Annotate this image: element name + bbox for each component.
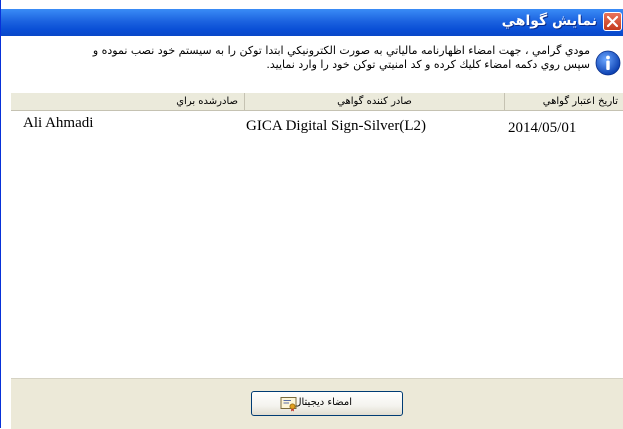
certificate-dialog: نمايش گواهي مودي گرامي ، جهت امضاء اظهار… — [0, 0, 623, 429]
certificate-sign-icon — [280, 397, 297, 412]
info-line-2: سپس روي دكمه امضاء كليك كرده و كد امنيتي… — [266, 58, 590, 71]
digital-sign-button[interactable]: امضاء ديجيتال — [251, 391, 403, 416]
digital-sign-button-label: امضاء ديجيتال — [294, 397, 352, 408]
info-icon — [595, 50, 621, 76]
window-title: نمايش گواهي — [501, 13, 597, 29]
column-header-issuer[interactable]: صادر كننده گواهي — [244, 93, 504, 110]
table-row[interactable]: Ali Ahmadi GICA Digital Sign-Silver(L2) … — [11, 115, 623, 137]
column-header-issued-for[interactable]: صادرشده براي — [11, 93, 244, 110]
cell-issued-for: Ali Ahmadi — [23, 115, 94, 131]
cell-issuer: GICA Digital Sign-Silver(L2) — [246, 118, 426, 134]
cell-expiry-date: 2014/05/01 — [508, 120, 577, 136]
info-panel: مودي گرامي ، جهت امضاء اظهارنامه مالياتي… — [1, 36, 623, 84]
column-header-expiry-date[interactable]: تاريخ اعتبار گواهي — [504, 93, 623, 110]
title-bar[interactable]: نمايش گواهي — [1, 9, 623, 36]
close-button[interactable] — [603, 12, 622, 31]
info-message: مودي گرامي ، جهت امضاء اظهارنامه مالياتي… — [10, 44, 590, 72]
certificate-list[interactable]: Ali Ahmadi GICA Digital Sign-Silver(L2) … — [11, 111, 623, 378]
dialog-footer: امضاء ديجيتال — [11, 378, 623, 429]
close-icon — [606, 15, 619, 28]
certificate-list-header: تاريخ اعتبار گواهي صادر كننده گواهي صادر… — [11, 93, 623, 111]
info-line-1: مودي گرامي ، جهت امضاء اظهارنامه مالياتي… — [92, 44, 590, 57]
